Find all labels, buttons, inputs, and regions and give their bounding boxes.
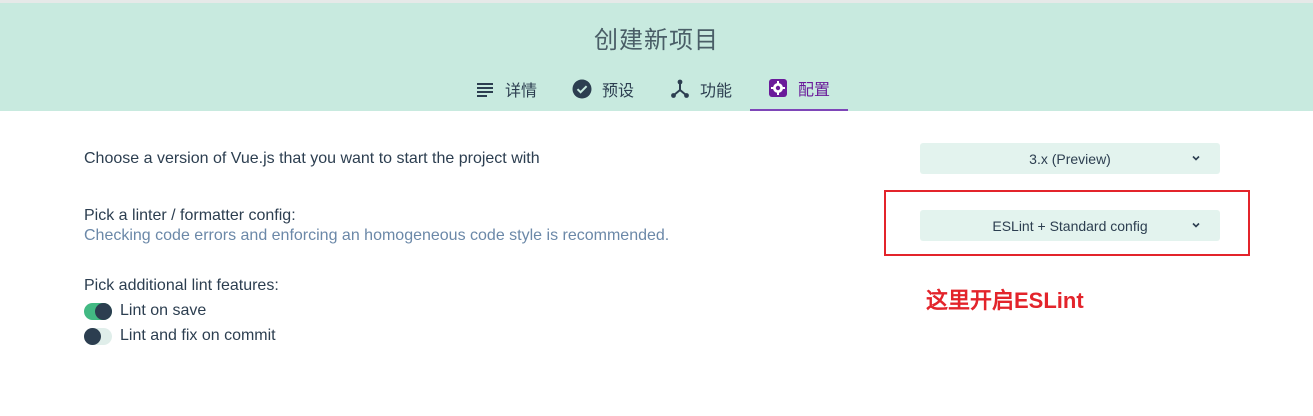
tab-details[interactable]: 详情 [470, 66, 542, 111]
lint-features-label: Pick additional lint features: [84, 277, 279, 294]
config-panel: Choose a version of Vue.js that you want… [0, 111, 1313, 416]
tab-details-label: 详情 [504, 82, 537, 100]
annotation-highlight-box [884, 190, 1250, 256]
linter-label: Pick a linter / formatter config: [84, 207, 296, 224]
tab-features[interactable]: 功能 [664, 66, 738, 111]
toggle-knob [95, 303, 112, 320]
settings-icon [768, 78, 787, 97]
lint-fix-on-commit-toggle[interactable] [84, 328, 112, 345]
tab-bar: 详情 预设 功能 配置 [0, 66, 1313, 111]
lint-on-save-label[interactable]: Lint on save [120, 302, 206, 320]
chevron-down-icon [1192, 155, 1200, 161]
lint-fix-on-commit-label[interactable]: Lint and fix on commit [120, 327, 276, 345]
linter-description: Checking code errors and enforcing an ho… [84, 227, 670, 244]
vue-version-value: 3.x (Preview) [1029, 150, 1111, 167]
tab-config-label: 配置 [797, 81, 830, 99]
annotation-note: 这里开启ESLint [926, 288, 1084, 313]
tab-presets-label: 预设 [601, 82, 634, 100]
page-title: 创建新项目 [594, 27, 719, 54]
fork-icon [671, 79, 689, 98]
check-circle-icon [572, 79, 592, 98]
vue-version-label: Choose a version of Vue.js that you want… [84, 150, 540, 167]
vue-version-select[interactable]: 3.x (Preview) [920, 143, 1220, 174]
toggle-knob [84, 328, 101, 345]
header: 创建新项目 详情 预设 功能 配置 [0, 3, 1313, 111]
list-icon [476, 82, 493, 97]
tab-features-label: 功能 [699, 82, 732, 100]
tab-config[interactable]: 配置 [750, 66, 848, 111]
tab-presets[interactable]: 预设 [566, 66, 640, 111]
lint-on-save-toggle[interactable] [84, 303, 112, 320]
